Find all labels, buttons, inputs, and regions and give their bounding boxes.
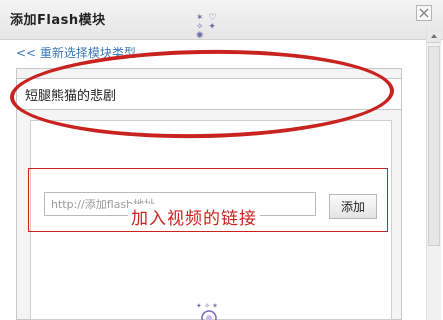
add-button[interactable]: 添加 (329, 194, 377, 219)
close-button[interactable] (416, 5, 432, 21)
dialog-header: 添加Flash模块 (0, 0, 443, 40)
annotation-label: 加入视频的链接 (128, 204, 260, 229)
scroll-up-arrow[interactable] (427, 28, 441, 43)
chevron-up-icon (431, 34, 437, 38)
flower-icon: ✦ ✧ ✶ (194, 300, 224, 320)
sparkle-icon: ✶ ♡ ✧ ✦ ✺ (196, 13, 218, 41)
dialog-title: 添加Flash模块 (10, 13, 106, 28)
svg-text:✦ ✧ ✶: ✦ ✧ ✶ (196, 302, 218, 310)
scrollbar[interactable] (426, 28, 441, 320)
scroll-thumb[interactable] (428, 46, 440, 246)
close-icon (419, 8, 429, 18)
